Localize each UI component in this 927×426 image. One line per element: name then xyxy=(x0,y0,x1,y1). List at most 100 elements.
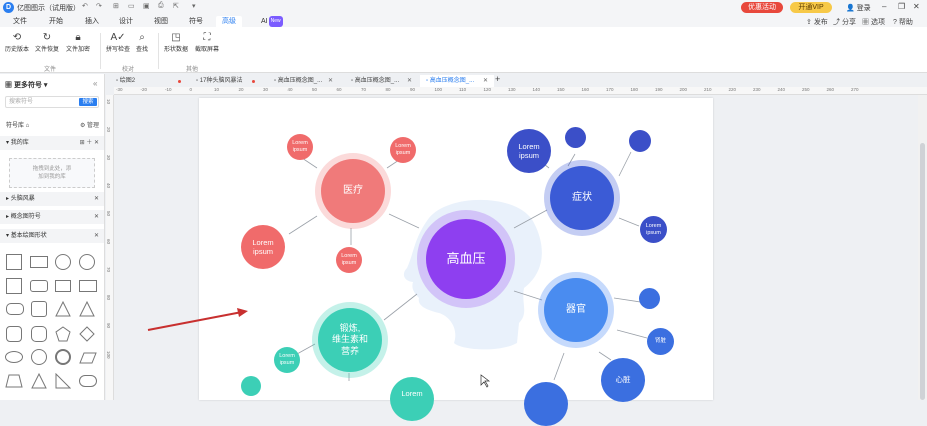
small-node[interactable] xyxy=(639,288,660,309)
close-tab-icon[interactable]: ✕ xyxy=(328,75,333,87)
menu-symbol[interactable]: 符号 xyxy=(183,16,209,27)
square-shape[interactable] xyxy=(6,254,22,270)
rounded-rectangle-shape[interactable] xyxy=(6,303,24,315)
section-concept-map[interactable]: ▸ 概念图符号 ✕ xyxy=(0,210,104,224)
tab-brainstorm[interactable]: ▫ 17种头脑风暴法 xyxy=(190,75,266,87)
lorem-node[interactable]: Lorem ipsum xyxy=(640,216,667,243)
options-button[interactable]: ▦ 选项 xyxy=(862,17,885,27)
triangle-shape[interactable] xyxy=(55,300,71,317)
tab-hypertension-2[interactable]: ▫ 高血压概念图_... ✕ xyxy=(345,75,421,87)
promo-button[interactable]: 优惠活动 xyxy=(741,2,783,13)
organ-node[interactable]: 器官 xyxy=(544,278,608,342)
menu-view[interactable]: 视图 xyxy=(148,16,174,27)
rectangle-shape[interactable] xyxy=(30,256,48,268)
right-triangle-shape[interactable] xyxy=(55,372,72,389)
triangle-shape[interactable] xyxy=(31,372,47,389)
rectangle-shape[interactable] xyxy=(79,280,97,292)
undo-icon[interactable]: ↶ xyxy=(82,2,88,10)
export-icon[interactable]: ⇱ xyxy=(173,2,179,10)
close-tab-icon[interactable]: ✕ xyxy=(483,75,488,87)
menu-home[interactable]: 开始 xyxy=(43,16,69,27)
small-node[interactable] xyxy=(565,127,586,148)
ellipse-shape[interactable] xyxy=(5,351,23,363)
lorem-node[interactable]: Lorem ipsum xyxy=(390,137,416,163)
drawing-canvas[interactable]: 高血压 医疗 Lorem ipsum Lorem ipsum Lorem ips… xyxy=(114,95,917,426)
symbol-library-row[interactable]: 符号库 ⌂ ⚙ 管理 xyxy=(0,119,104,133)
rounded-square-shape[interactable] xyxy=(31,326,47,342)
lorem-node[interactable]: Lorem ipsum xyxy=(287,134,313,160)
rounded-square-shape[interactable] xyxy=(31,301,47,317)
help-button[interactable]: ? 帮助 xyxy=(893,17,913,27)
customize-icon[interactable]: ▾ xyxy=(192,2,196,10)
small-node[interactable] xyxy=(524,382,568,426)
print-icon[interactable]: ⎙ xyxy=(158,2,164,10)
tab-drawing2[interactable]: ▫ 绘图2 xyxy=(110,75,186,87)
lorem-node[interactable]: Lorem xyxy=(390,377,434,421)
collapse-icon[interactable]: « xyxy=(93,79,97,88)
my-library-dropzone[interactable]: 拖拽到此处，添 加到我的库 xyxy=(9,158,95,188)
menu-insert[interactable]: 插入 xyxy=(79,16,105,27)
exercise-node[interactable]: 锻炼, 维生素和 营养 xyxy=(318,308,382,372)
square-shape[interactable] xyxy=(6,278,22,294)
my-library-section[interactable]: ▾ 我的库 ⊞ ＋ ✕ xyxy=(0,136,104,150)
close-icon[interactable]: ✕ xyxy=(94,229,99,243)
medical-node[interactable]: 医疗 xyxy=(321,159,385,223)
screenshot-button[interactable]: ⛶ 截取屏幕 xyxy=(189,31,225,53)
menu-ai[interactable]: AI New xyxy=(255,16,289,27)
tab-hypertension-1[interactable]: ▫ 高血压概念图_... ✕ xyxy=(268,75,344,87)
small-node[interactable] xyxy=(241,376,261,396)
heart-node[interactable]: 心脏 xyxy=(601,358,645,402)
close-icon[interactable]: ✕ xyxy=(94,192,99,206)
vertical-scrollbar[interactable] xyxy=(918,95,927,400)
lorem-node[interactable]: Lorem ipsum xyxy=(241,225,285,269)
kidney-node[interactable]: 肾脏 xyxy=(647,328,674,355)
parallelogram-shape[interactable] xyxy=(79,351,97,364)
menu-design[interactable]: 设计 xyxy=(113,16,139,27)
trapezoid-shape[interactable] xyxy=(5,374,23,388)
ruler-tick-label: 140 xyxy=(532,87,541,92)
share-button[interactable]: ⤴ 分享 xyxy=(833,17,856,27)
sidebar-title[interactable]: ▦ 更多符号 ▾ xyxy=(5,80,47,90)
manage-button[interactable]: ⚙ 管理 xyxy=(80,119,99,133)
scrollbar-thumb[interactable] xyxy=(920,143,925,400)
menu-file[interactable]: 文件 xyxy=(7,16,33,27)
symbol-search-input[interactable]: 搜索符号 搜索 xyxy=(5,96,99,108)
save-icon[interactable]: ▣ xyxy=(143,2,150,10)
center-node[interactable]: 高血压 xyxy=(426,219,506,299)
rectangle-shape[interactable] xyxy=(55,280,71,292)
file-encrypt-button[interactable]: 🔒︎ 文件加密 xyxy=(60,31,96,53)
close-tab-icon[interactable]: ✕ xyxy=(407,75,412,87)
symptom-node[interactable]: 症状 xyxy=(550,166,614,230)
diamond-shape[interactable] xyxy=(79,326,95,342)
redo-icon[interactable]: ↷ xyxy=(96,2,102,10)
new-file-icon[interactable]: ⊞ xyxy=(113,2,119,10)
close-icon[interactable]: ✕ xyxy=(94,210,99,224)
publish-button[interactable]: ⇪ 发布 xyxy=(806,17,828,27)
ring-shape[interactable] xyxy=(31,349,47,365)
minimize-icon[interactable]: – xyxy=(882,2,886,11)
circle-shape[interactable] xyxy=(79,254,95,270)
small-node[interactable] xyxy=(629,130,651,152)
open-file-icon[interactable]: ▭ xyxy=(128,2,135,10)
triangle-shape[interactable] xyxy=(79,300,95,317)
section-brainstorm[interactable]: ▸ 头脑风暴 ✕ xyxy=(0,192,104,206)
my-library-actions[interactable]: ⊞ ＋ ✕ xyxy=(80,136,99,150)
symbol-search-button[interactable]: 搜索 xyxy=(79,98,97,106)
lorem-node[interactable]: Lorem ipsum xyxy=(507,129,551,173)
section-basic-shapes[interactable]: ▾ 基本绘图形状 ✕ xyxy=(0,229,104,243)
circle-shape[interactable] xyxy=(55,254,71,270)
pentagon-shape[interactable] xyxy=(55,326,71,342)
ring-shape[interactable] xyxy=(55,349,71,365)
find-button[interactable]: ⌕ 查找 xyxy=(124,31,160,53)
rounded-square-shape[interactable] xyxy=(6,326,22,342)
menu-advanced[interactable]: 高级 xyxy=(216,16,242,27)
close-window-icon[interactable]: ✕ xyxy=(913,2,920,11)
login-button[interactable]: 👤 登录 xyxy=(846,3,871,13)
tab-hypertension-3[interactable]: ▫ 高血压概念图_... ✕ xyxy=(420,75,494,87)
rounded-rectangle-shape[interactable] xyxy=(30,280,48,292)
lorem-node[interactable]: Lorem ipsum xyxy=(336,247,362,273)
add-tab-icon[interactable]: + xyxy=(495,74,500,84)
vip-button[interactable]: 开通VIP xyxy=(790,2,832,13)
pill-shape[interactable] xyxy=(79,375,97,387)
restore-icon[interactable]: ❐ xyxy=(898,2,905,11)
